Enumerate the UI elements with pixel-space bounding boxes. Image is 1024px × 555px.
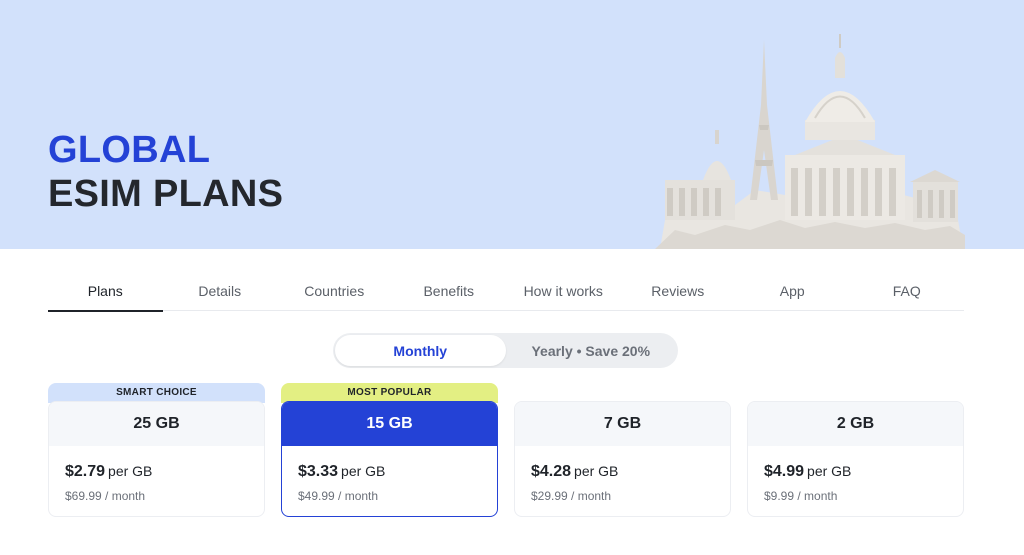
monthly-price: $9.99 / month [764, 489, 838, 503]
plan-card-body: 7 GB $4.28 per GB $29.99 / month [514, 401, 731, 517]
plan-card-7gb[interactable]: 7 GB $4.28 per GB $29.99 / month [514, 383, 731, 517]
section-tabs: Plans Details Countries Benefits How it … [48, 270, 965, 312]
tab-reviews[interactable]: Reviews [621, 270, 736, 311]
page-title-line-1: GLOBAL [48, 129, 211, 171]
plan-size: 25 GB [49, 402, 264, 446]
price-per-gb: $4.28 [531, 463, 572, 480]
price-per-gb: $2.79 [65, 463, 106, 480]
plan-card-2gb[interactable]: 2 GB $4.99 per GB $9.99 / month [747, 383, 964, 517]
price-unit: per GB [341, 463, 386, 479]
yearly-option[interactable]: Yearly • Save 20% [506, 335, 677, 366]
most-popular-badge: MOST POPULAR [281, 383, 498, 403]
price-unit: per GB [807, 463, 852, 479]
plan-card-25gb[interactable]: SMART CHOICE 25 GB $2.79 per GB $69.99 / … [48, 383, 265, 517]
price-per-gb: $3.33 [298, 463, 339, 480]
monthly-price: $49.99 / month [298, 489, 379, 503]
landmarks-illustration [655, 34, 965, 249]
plan-size: 7 GB [515, 402, 730, 446]
smart-choice-badge: SMART CHOICE [48, 383, 265, 403]
page-title-line-2: ESIM PLANS [48, 173, 284, 215]
price-unit: per GB [108, 463, 153, 479]
plan-card-15gb[interactable]: MOST POPULAR 15 GB $3.33 per GB $49.99 / … [281, 383, 498, 517]
plan-card-body: 2 GB $4.99 per GB $9.99 / month [747, 401, 964, 517]
tab-countries[interactable]: Countries [277, 270, 392, 311]
plan-size: 15 GB [282, 402, 497, 446]
price-unit: per GB [574, 463, 619, 479]
monthly-price: $29.99 / month [531, 489, 612, 503]
tab-details[interactable]: Details [163, 270, 278, 311]
monthly-price: $69.99 / month [65, 489, 146, 503]
plan-size: 2 GB [748, 402, 963, 446]
tab-benefits[interactable]: Benefits [392, 270, 507, 311]
price-per-gb: $4.99 [764, 463, 805, 480]
tab-app[interactable]: App [735, 270, 850, 311]
hero-banner: GLOBAL ESIM PLANS [0, 0, 1024, 249]
tab-plans[interactable]: Plans [48, 270, 163, 312]
plan-card-body: 15 GB $3.33 per GB $49.99 / month [281, 401, 498, 517]
billing-period-toggle: Monthly Yearly • Save 20% [333, 333, 678, 368]
monthly-option[interactable]: Monthly [335, 335, 506, 366]
tab-faq[interactable]: FAQ [850, 270, 965, 311]
page-title: GLOBAL ESIM PLANS [48, 128, 283, 216]
plan-card-body: 25 GB $2.79 per GB $69.99 / month [48, 401, 265, 517]
tab-how-it-works[interactable]: How it works [506, 270, 621, 311]
